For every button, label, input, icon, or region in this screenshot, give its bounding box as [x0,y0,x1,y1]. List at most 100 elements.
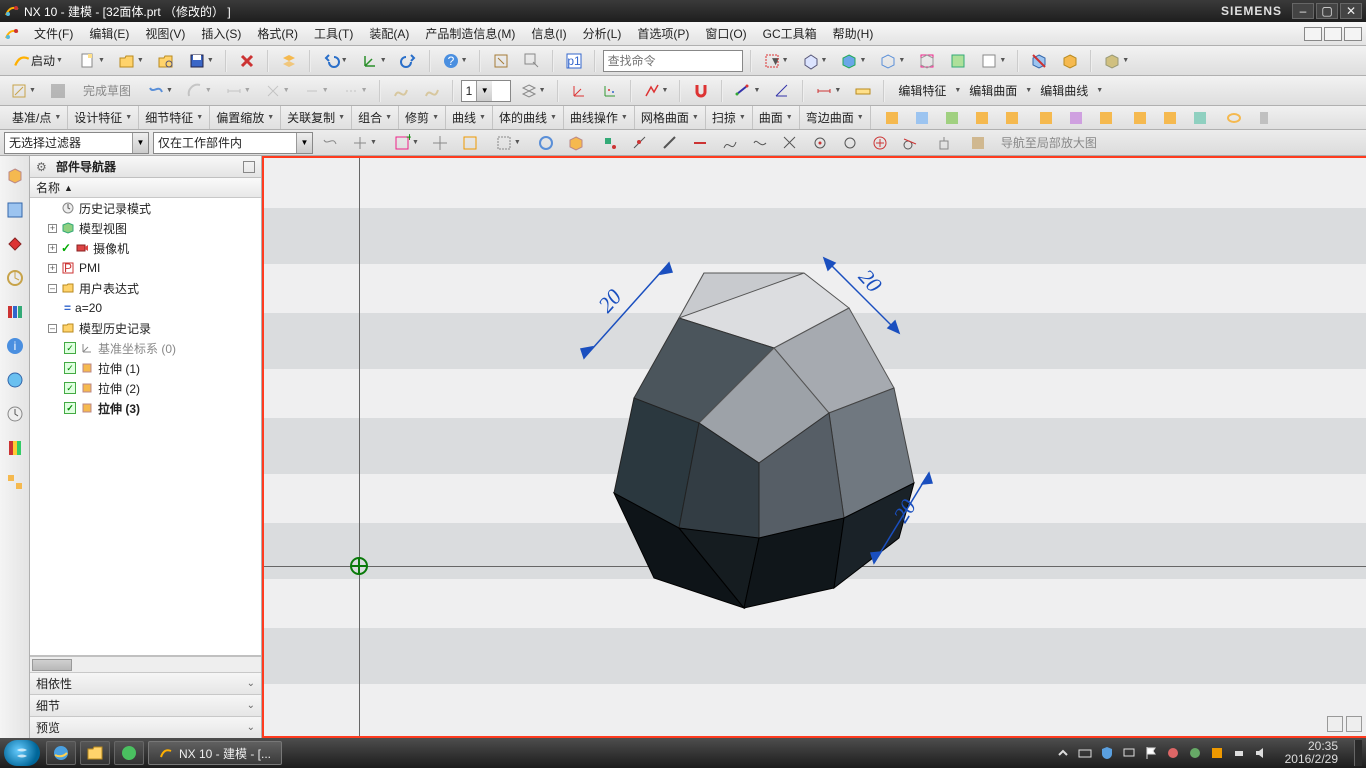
snap-mid-button[interactable] [627,132,653,154]
taskbar-task-nx[interactable]: NX 10 - 建模 - [... [148,741,282,765]
layer-manager-button[interactable] [276,50,302,72]
grp-curveop[interactable]: 曲线操作▼ [564,106,635,129]
hide-button[interactable] [1026,50,1052,72]
rotate-tool[interactable] [533,132,559,154]
tree-pmi[interactable]: +PPMI [30,258,261,278]
tree-extrude-3[interactable]: ✓拉伸 (3) [30,398,261,418]
grp-trim[interactable]: 修剪▼ [399,106,446,129]
grp-datum[interactable]: 基准/点▼ [6,106,68,129]
filter-tool-2[interactable]: ▼ [347,132,381,154]
axis2-button[interactable] [566,80,592,102]
grid-toggle-button[interactable] [965,132,991,154]
nav-cube-icon[interactable] [5,166,25,186]
menu-format[interactable]: 格式(R) [249,23,306,44]
constraint-button[interactable]: ▼ [260,80,294,102]
tray-shield-icon[interactable] [1099,745,1115,761]
snap-cen-button[interactable] [807,132,833,154]
menu-edit[interactable]: 编辑(E) [81,23,137,44]
nav-web-icon[interactable] [5,370,25,390]
menu-analyze[interactable]: 分析(L) [575,23,630,44]
mdi-restore-button[interactable] [1324,27,1342,41]
trim-button[interactable]: ▼ [299,80,333,102]
measure-button[interactable]: ▼ [730,80,764,102]
tray-flag-icon[interactable] [1143,745,1159,761]
feat-icon-2[interactable] [909,107,935,129]
grp-curve[interactable]: 曲线▼ [446,106,493,129]
menu-gc[interactable]: GC工具箱 [755,23,825,44]
grp-sweep[interactable]: 扫掠▼ [706,106,753,129]
tree-model-view[interactable]: +模型视图 [30,218,261,238]
layer-combo[interactable]: 1▼ [461,80,511,102]
show-desktop-button[interactable] [1354,740,1362,766]
spline-button[interactable] [388,80,414,102]
grp-combine[interactable]: 组合▼ [352,106,399,129]
nav-clock-icon[interactable] [5,404,25,424]
tray-clock[interactable]: 20:35 2016/2/29 [1275,740,1348,766]
tree-extrude-2[interactable]: ✓拉伸 (2) [30,378,261,398]
tray-power-icon[interactable] [1231,745,1247,761]
clip-button[interactable] [945,50,971,72]
extend-button[interactable]: ▼ [338,80,372,102]
panel-dependency[interactable]: 相依性⌄ [30,672,261,694]
nav-part-icon[interactable] [5,200,25,220]
menu-assembly[interactable]: 装配(A) [361,23,417,44]
grp-design[interactable]: 设计特征▼ [68,106,139,129]
tray-unknown1-icon[interactable] [1165,745,1181,761]
feat-icon-3[interactable] [939,107,965,129]
edit-feature-label[interactable]: 编辑特征 [898,82,946,99]
filter-type-combo[interactable]: 无选择过滤器▼ [4,132,149,154]
sel-crosshair-button[interactable] [427,132,453,154]
sel-priority-button[interactable]: +▼ [389,132,423,154]
wcs-button[interactable]: ▼ [357,50,391,72]
tray-net-icon[interactable] [1121,745,1137,761]
tray-volume-icon[interactable] [1253,745,1269,761]
start-app-button[interactable]: 启动▼ [6,49,70,73]
taskbar-360-icon[interactable] [114,741,144,765]
spline2-button[interactable] [419,80,445,102]
feat-icon-10[interactable] [1157,107,1183,129]
ruler-button[interactable] [850,80,876,102]
open-button[interactable]: ▼ [114,50,148,72]
viewport-toggle-2[interactable] [1346,716,1362,732]
expression-button[interactable]: p1 [561,50,587,72]
dim-button[interactable]: ▼ [221,80,255,102]
measure2-button[interactable] [769,80,795,102]
tree-user-expr[interactable]: –用户表达式 [30,278,261,298]
grp-flange[interactable]: 弯边曲面▼ [800,106,871,129]
graphics-viewport[interactable]: 20 20 20 [262,156,1366,738]
cursor-lock-button[interactable] [931,132,957,154]
column-header-name[interactable]: 名称▲ [30,178,261,198]
edit-curve-label[interactable]: 编辑曲线 [1040,82,1088,99]
menu-info[interactable]: 信息(I) [523,23,574,44]
tree-model-history[interactable]: –模型历史记录 [30,318,261,338]
vector-button[interactable]: ▼ [639,80,673,102]
fit-view-button[interactable]: ▼ [759,50,793,72]
panel-preview[interactable]: 预览⌄ [30,716,261,738]
feat-icon-7[interactable] [1063,107,1089,129]
menu-pref[interactable]: 首选项(P) [629,23,697,44]
nav-constraint-icon[interactable] [5,234,25,254]
view-cube-tool[interactable] [563,132,589,154]
snap-end-button[interactable] [597,132,623,154]
edit-surface-label[interactable]: 编辑曲面 [969,82,1017,99]
nav-cubes-icon[interactable] [5,472,25,492]
feat-icon-13[interactable] [1251,107,1277,129]
panel-detail[interactable]: 细节⌄ [30,694,261,716]
layer-vis-button[interactable]: ▼ [516,80,550,102]
finish-sketch-button[interactable]: 完成草图 [76,79,138,103]
tree-history-mode[interactable]: 历史记录模式 [30,198,261,218]
tree-a20[interactable]: =a=20 [30,298,261,318]
tree-datum[interactable]: ✓基准坐标系 (0) [30,338,261,358]
save-button[interactable]: ▼ [184,50,218,72]
menu-pmi[interactable]: 产品制造信息(M) [417,23,523,44]
tree-camera[interactable]: +✓摄像机 [30,238,261,258]
wire-cube-button[interactable]: ▼ [875,50,909,72]
dim-horiz-button[interactable]: ▼ [811,80,845,102]
snap-line-button[interactable] [657,132,683,154]
render-style-button[interactable]: ▼ [798,50,832,72]
see-through-button[interactable] [914,50,940,72]
menu-view[interactable]: 视图(V) [137,23,193,44]
sel-region-button[interactable] [457,132,483,154]
grid-sketch-button[interactable] [45,80,71,102]
snap-wave-button[interactable] [747,132,773,154]
